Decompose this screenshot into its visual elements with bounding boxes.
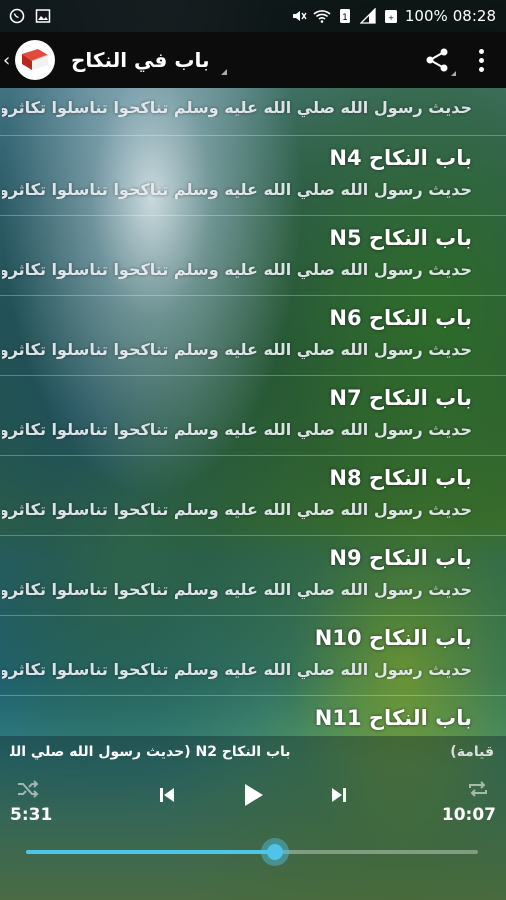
list-item[interactable]: حديث رسول الله صلي الله عليه وسلم تناكحو… [0, 88, 506, 136]
list-item[interactable]: باب النكاح N6 حديث رسول الله صلي الله عل… [0, 296, 506, 376]
signal-icon [359, 8, 377, 24]
seek-progress [26, 850, 275, 854]
seek-bar[interactable] [26, 838, 478, 866]
item-subtitle: حديث رسول الله صلي الله عليه وسلم تناكحو… [2, 260, 472, 279]
item-subtitle: حديث رسول الله صلي الله عليه وسلم تناكحو… [2, 420, 472, 439]
list-item[interactable]: باب النكاح N7 حديث رسول الله صلي الله عل… [0, 376, 506, 456]
status-bar: 1 + 100% 08:28 [0, 0, 506, 32]
list-item[interactable]: باب النكاح N4 حديث رسول الله صلي الله عل… [0, 136, 506, 216]
more-vert-icon[interactable] [456, 48, 506, 72]
now-playing-title: باب النكاح N2 (حديث رسول الله صلي الله ع… [10, 744, 291, 760]
whatsapp-icon [8, 8, 26, 24]
gallery-icon [34, 8, 52, 24]
title-dropdown-indicator[interactable] [221, 69, 228, 75]
app-bar: ‹ باب في النكاح [0, 32, 506, 88]
list-item[interactable]: باب النكاح N10 حديث رسول الله صلي الله ع… [0, 616, 506, 696]
item-subtitle: حديث رسول الله صلي الله عليه وسلم تناكحو… [2, 660, 472, 679]
play-icon[interactable] [236, 778, 270, 812]
item-subtitle: حديث رسول الله صلي الله عليه وسلم تناكحو… [2, 340, 472, 359]
elapsed-time: 5:31 [10, 805, 53, 825]
item-title: باب النكاح N4 [329, 146, 472, 170]
repeat-icon[interactable] [460, 774, 496, 804]
back-icon[interactable]: ‹ [3, 50, 13, 71]
shuffle-icon[interactable] [10, 774, 46, 804]
book-logo-icon[interactable] [15, 40, 55, 80]
item-title: باب النكاح N8 [329, 466, 472, 490]
item-title: باب النكاح N10 [314, 626, 472, 650]
battery-icon: + [382, 8, 400, 24]
duration-time: 10:07 [441, 805, 496, 825]
item-title: باب النكاح N9 [329, 546, 472, 570]
item-subtitle: حديث رسول الله صلي الله عليه وسلم تناكحو… [2, 500, 472, 519]
next-icon[interactable] [324, 780, 354, 810]
now-playing-marquee: قيامة) باب النكاح N2 (حديث رسول الله صلي… [10, 744, 494, 766]
media-player: قيامة) باب النكاح N2 (حديث رسول الله صلي… [0, 736, 506, 900]
app-title: باب في النكاح [71, 48, 210, 72]
mute-icon [290, 8, 308, 24]
item-subtitle: حديث رسول الله صلي الله عليه وسلم تناكحو… [2, 580, 472, 599]
sim-icon: 1 [336, 8, 354, 24]
list-item[interactable]: باب النكاح N9 حديث رسول الله صلي الله عل… [0, 536, 506, 616]
item-subtitle: حديث رسول الله صلي الله عليه وسلم تناكحو… [2, 98, 472, 117]
wifi-icon [313, 8, 331, 24]
track-list: حديث رسول الله صلي الله عليه وسلم تناكحو… [0, 88, 506, 736]
item-title: باب النكاح N7 [329, 386, 472, 410]
share-icon[interactable] [417, 47, 457, 73]
svg-text:1: 1 [342, 13, 348, 23]
seek-thumb[interactable] [260, 838, 289, 866]
item-title: باب النكاح N6 [329, 306, 472, 330]
list-item[interactable]: باب النكاح N11 [0, 696, 506, 736]
item-title: باب النكاح N5 [329, 226, 472, 250]
clock: 08:28 [452, 7, 496, 25]
previous-icon[interactable] [152, 780, 182, 810]
list-item[interactable]: باب النكاح N5 حديث رسول الله صلي الله عل… [0, 216, 506, 296]
list-item[interactable]: باب النكاح N8 حديث رسول الله صلي الله عل… [0, 456, 506, 536]
battery-percent: 100% [404, 7, 448, 25]
item-title: باب النكاح N11 [314, 706, 472, 730]
now-playing-tail: قيامة) [450, 744, 494, 760]
svg-text:+: + [388, 14, 394, 22]
item-subtitle: حديث رسول الله صلي الله عليه وسلم تناكحو… [2, 180, 472, 199]
